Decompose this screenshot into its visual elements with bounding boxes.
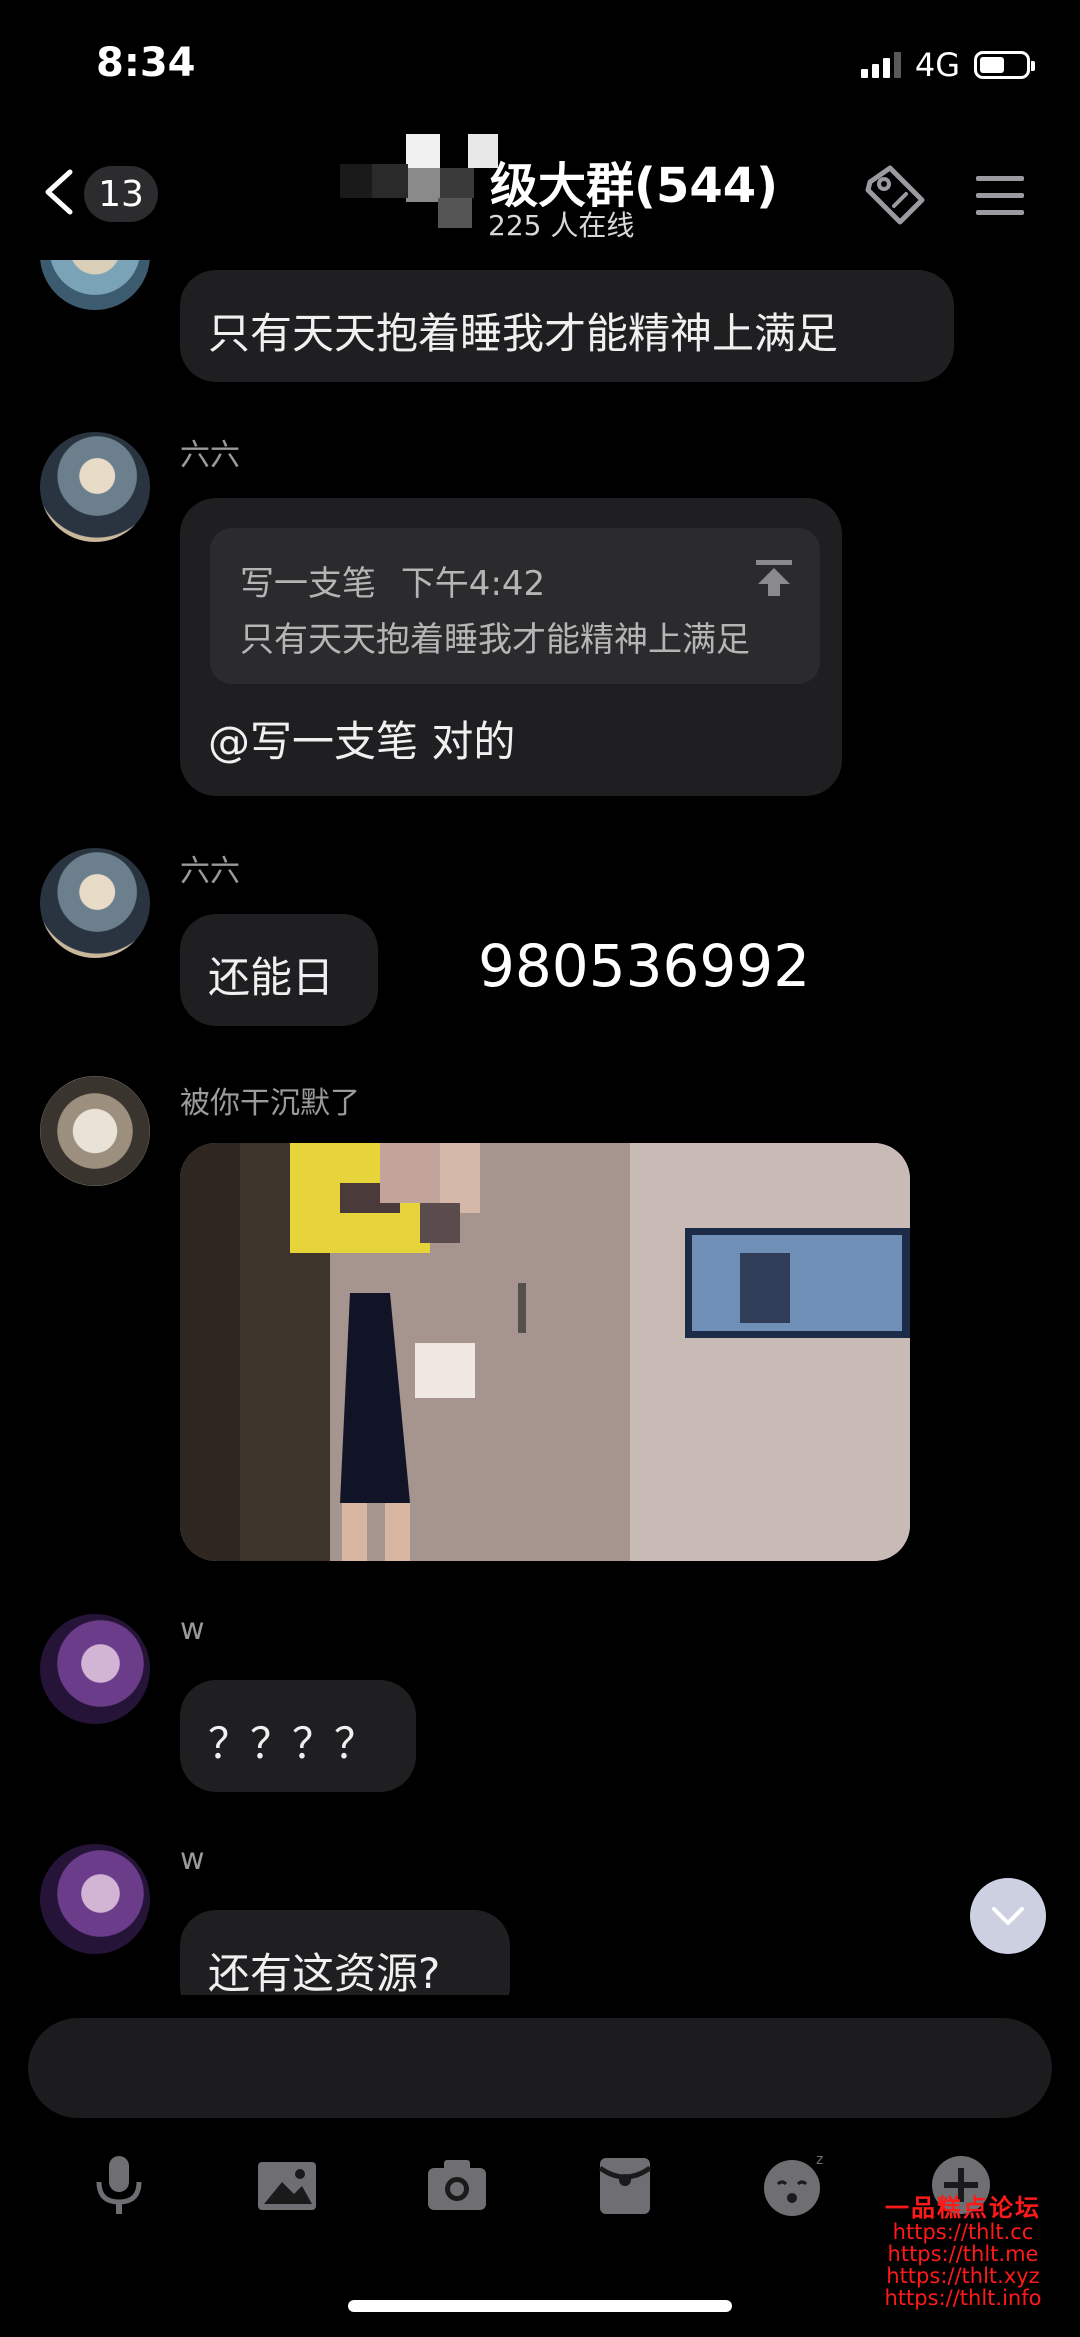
watermark-url: https://thlt.xyz xyxy=(886,2264,1040,2289)
back-chevron-icon[interactable] xyxy=(40,168,76,216)
menu-icon[interactable] xyxy=(974,170,1026,222)
microphone-icon[interactable] xyxy=(84,2150,154,2220)
message-image[interactable] xyxy=(180,1143,910,1561)
watermark-url: https://thlt.me xyxy=(887,2242,1039,2267)
photo-content xyxy=(180,1143,910,1561)
sender-name: w xyxy=(180,1842,205,1877)
sender-name: 被你干沉默了 xyxy=(180,1086,360,1121)
unread-count-badge[interactable]: 13 xyxy=(84,166,158,222)
online-count: 225 人在线 xyxy=(488,209,635,242)
message-text: 还有这资源? xyxy=(208,1949,441,1995)
watermark: 一品糕点论坛 https://thlt.cc https://thlt.me h… xyxy=(848,2194,1078,2311)
chat-header: 13 级大群(544) 225 人在线 xyxy=(0,120,1080,260)
quote-author: 写一支笔 xyxy=(240,564,376,604)
image-icon[interactable] xyxy=(252,2150,322,2220)
watermark-url: https://thlt.cc xyxy=(892,2220,1034,2245)
avatar[interactable] xyxy=(40,1614,150,1724)
message-bubble[interactable]: 只有天天抱着睡我才能精神上满足 xyxy=(180,270,954,382)
jump-to-top-icon[interactable] xyxy=(752,556,796,600)
avatar[interactable] xyxy=(40,432,150,542)
sender-name: w xyxy=(180,1612,205,1647)
scroll-to-bottom-button[interactable] xyxy=(970,1878,1046,1954)
message-input[interactable] xyxy=(28,2018,1052,2118)
home-indicator[interactable] xyxy=(348,2300,732,2312)
message-text: ？？？？ xyxy=(208,1719,377,1768)
message-bubble[interactable]: 还有这资源? xyxy=(180,1910,510,1995)
avatar[interactable] xyxy=(40,1844,150,1954)
quote-header: 写一支笔 下午4:42 xyxy=(240,556,545,605)
tag-icon[interactable] xyxy=(860,162,930,232)
signal-icon xyxy=(860,52,901,78)
quote-time: 下午4:42 xyxy=(400,564,546,604)
svg-text:z: z xyxy=(816,2152,823,2168)
sender-name: 六六 xyxy=(180,438,240,473)
status-indicators: 4G xyxy=(860,46,1035,84)
avatar[interactable] xyxy=(40,1076,150,1186)
quoted-message[interactable]: 写一支笔 下午4:42 只有天天抱着睡我才能精神上满足 xyxy=(210,528,820,684)
message-text: 只有天天抱着睡我才能精神上满足 xyxy=(208,309,839,358)
red-packet-icon[interactable] xyxy=(590,2150,660,2220)
message-bubble[interactable]: ？？？？ xyxy=(180,1680,416,1792)
network-label: 4G xyxy=(914,46,960,84)
overlay-number: 980536992 xyxy=(478,932,811,1000)
avatar[interactable] xyxy=(40,260,150,310)
watermark-title: 一品糕点论坛 xyxy=(885,2194,1041,2222)
avatar[interactable] xyxy=(40,848,150,958)
message-list[interactable]: 只有天天抱着睡我才能精神上满足 六六 写一支笔 下午4:42 只有天天抱着睡我才… xyxy=(0,260,1080,1995)
title-mosaic xyxy=(340,134,498,234)
chevron-down-icon xyxy=(992,1907,1024,1925)
emoji-icon[interactable]: z xyxy=(760,2150,830,2220)
message-bubble[interactable]: 还能日 xyxy=(180,914,378,1026)
quote-text: 只有天天抱着睡我才能精神上满足 xyxy=(240,620,750,660)
sender-name: 六六 xyxy=(180,854,240,889)
message-text: @写一支笔 对的 xyxy=(208,717,516,766)
status-time: 8:34 xyxy=(96,40,196,86)
watermark-url: https://thlt.info xyxy=(884,2286,1042,2311)
camera-icon[interactable] xyxy=(422,2150,492,2220)
message-text: 还能日 xyxy=(208,953,335,1002)
reply-message-bubble[interactable]: 写一支笔 下午4:42 只有天天抱着睡我才能精神上满足 @写一支笔 对的 xyxy=(180,498,842,796)
battery-icon xyxy=(974,51,1035,79)
